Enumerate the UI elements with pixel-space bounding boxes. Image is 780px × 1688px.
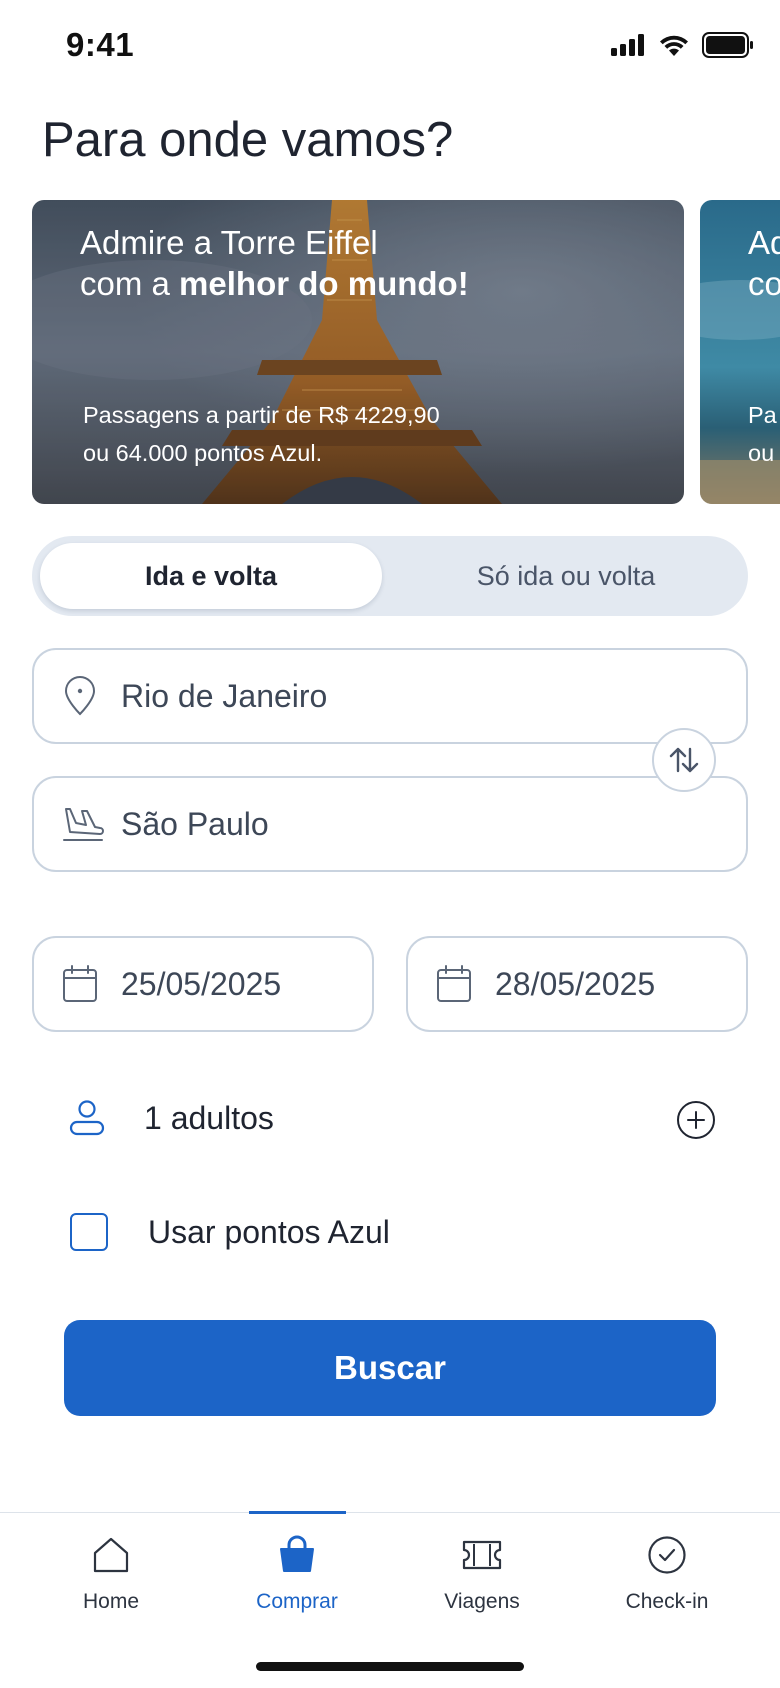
origin-field[interactable]: Rio de Janeiro xyxy=(32,648,748,744)
map-pin-icon xyxy=(64,676,96,716)
tab-viagens-label: Viagens xyxy=(444,1590,520,1613)
page-title: Para onde vamos? xyxy=(42,113,454,167)
passengers-value: 1 adultos xyxy=(144,1100,274,1136)
plane-landing-icon xyxy=(63,808,104,841)
promo-price-next: Pa ou xyxy=(748,402,777,466)
use-points-checkbox[interactable] xyxy=(70,1213,108,1251)
promo-headline: Admire a Torre Eiffel com a melhor do mu… xyxy=(80,224,469,302)
status-icons xyxy=(610,32,754,58)
status-bar: 9:41 xyxy=(0,0,780,90)
swap-button[interactable] xyxy=(652,728,716,792)
battery-icon xyxy=(702,32,753,58)
departure-date-field[interactable]: 25/05/2025 xyxy=(32,936,374,1032)
promo-card-eiffel[interactable]: Admire a Torre Eiffel com a melhor do mu… xyxy=(32,200,684,504)
ticket-icon xyxy=(462,1540,502,1570)
promo-card-next[interactable]: Ad co Pa ou xyxy=(700,200,780,504)
tab-checkin-label: Check-in xyxy=(625,1590,709,1613)
promo-headline-next: Ad co xyxy=(748,224,780,302)
calendar-icon xyxy=(63,965,97,1002)
return-date-value: 28/05/2025 xyxy=(495,965,656,1002)
destination-field[interactable]: São Paulo xyxy=(32,776,748,872)
one-way-option[interactable]: Só ida ou volta xyxy=(392,543,740,609)
return-date-field[interactable]: 28/05/2025 xyxy=(406,936,748,1032)
use-points-label: Usar pontos Azul xyxy=(148,1214,390,1250)
origin-value: Rio de Janeiro xyxy=(121,677,328,714)
check-circle-icon xyxy=(648,1536,686,1574)
tab-home[interactable]: Home xyxy=(18,1513,204,1623)
promo-carousel[interactable]: Admire a Torre Eiffel com a melhor do mu… xyxy=(32,200,780,504)
departure-date-value: 25/05/2025 xyxy=(121,965,282,1002)
promo-price: Passagens a partir de R$ 4229,90 ou 64.0… xyxy=(83,402,440,466)
passengers-row[interactable]: 1 adultos xyxy=(64,1090,716,1150)
round-trip-option[interactable]: Ida e volta xyxy=(40,543,382,609)
home-indicator xyxy=(256,1662,524,1671)
tab-checkin[interactable]: Check-in xyxy=(574,1513,760,1623)
wifi-icon xyxy=(660,35,688,56)
tab-home-label: Home xyxy=(82,1590,140,1613)
search-button[interactable]: Buscar xyxy=(64,1320,716,1416)
add-passenger-icon[interactable] xyxy=(676,1100,716,1140)
shopping-bag-icon xyxy=(280,1535,314,1572)
status-time: 9:41 xyxy=(66,26,135,63)
trip-type-toggle: Ida e volta Só ida ou volta xyxy=(32,536,748,616)
home-icon xyxy=(93,1537,129,1573)
person-icon xyxy=(69,1100,105,1136)
swap-vertical-icon xyxy=(669,747,699,773)
tab-comprar[interactable]: Comprar xyxy=(204,1513,390,1623)
calendar-icon xyxy=(437,965,471,1002)
tab-comprar-label: Comprar xyxy=(256,1590,338,1613)
tab-viagens[interactable]: Viagens xyxy=(389,1513,575,1623)
destination-value: São Paulo xyxy=(121,805,269,842)
use-points-row[interactable]: Usar pontos Azul xyxy=(70,1212,570,1252)
cellular-signal-icon xyxy=(611,34,644,56)
